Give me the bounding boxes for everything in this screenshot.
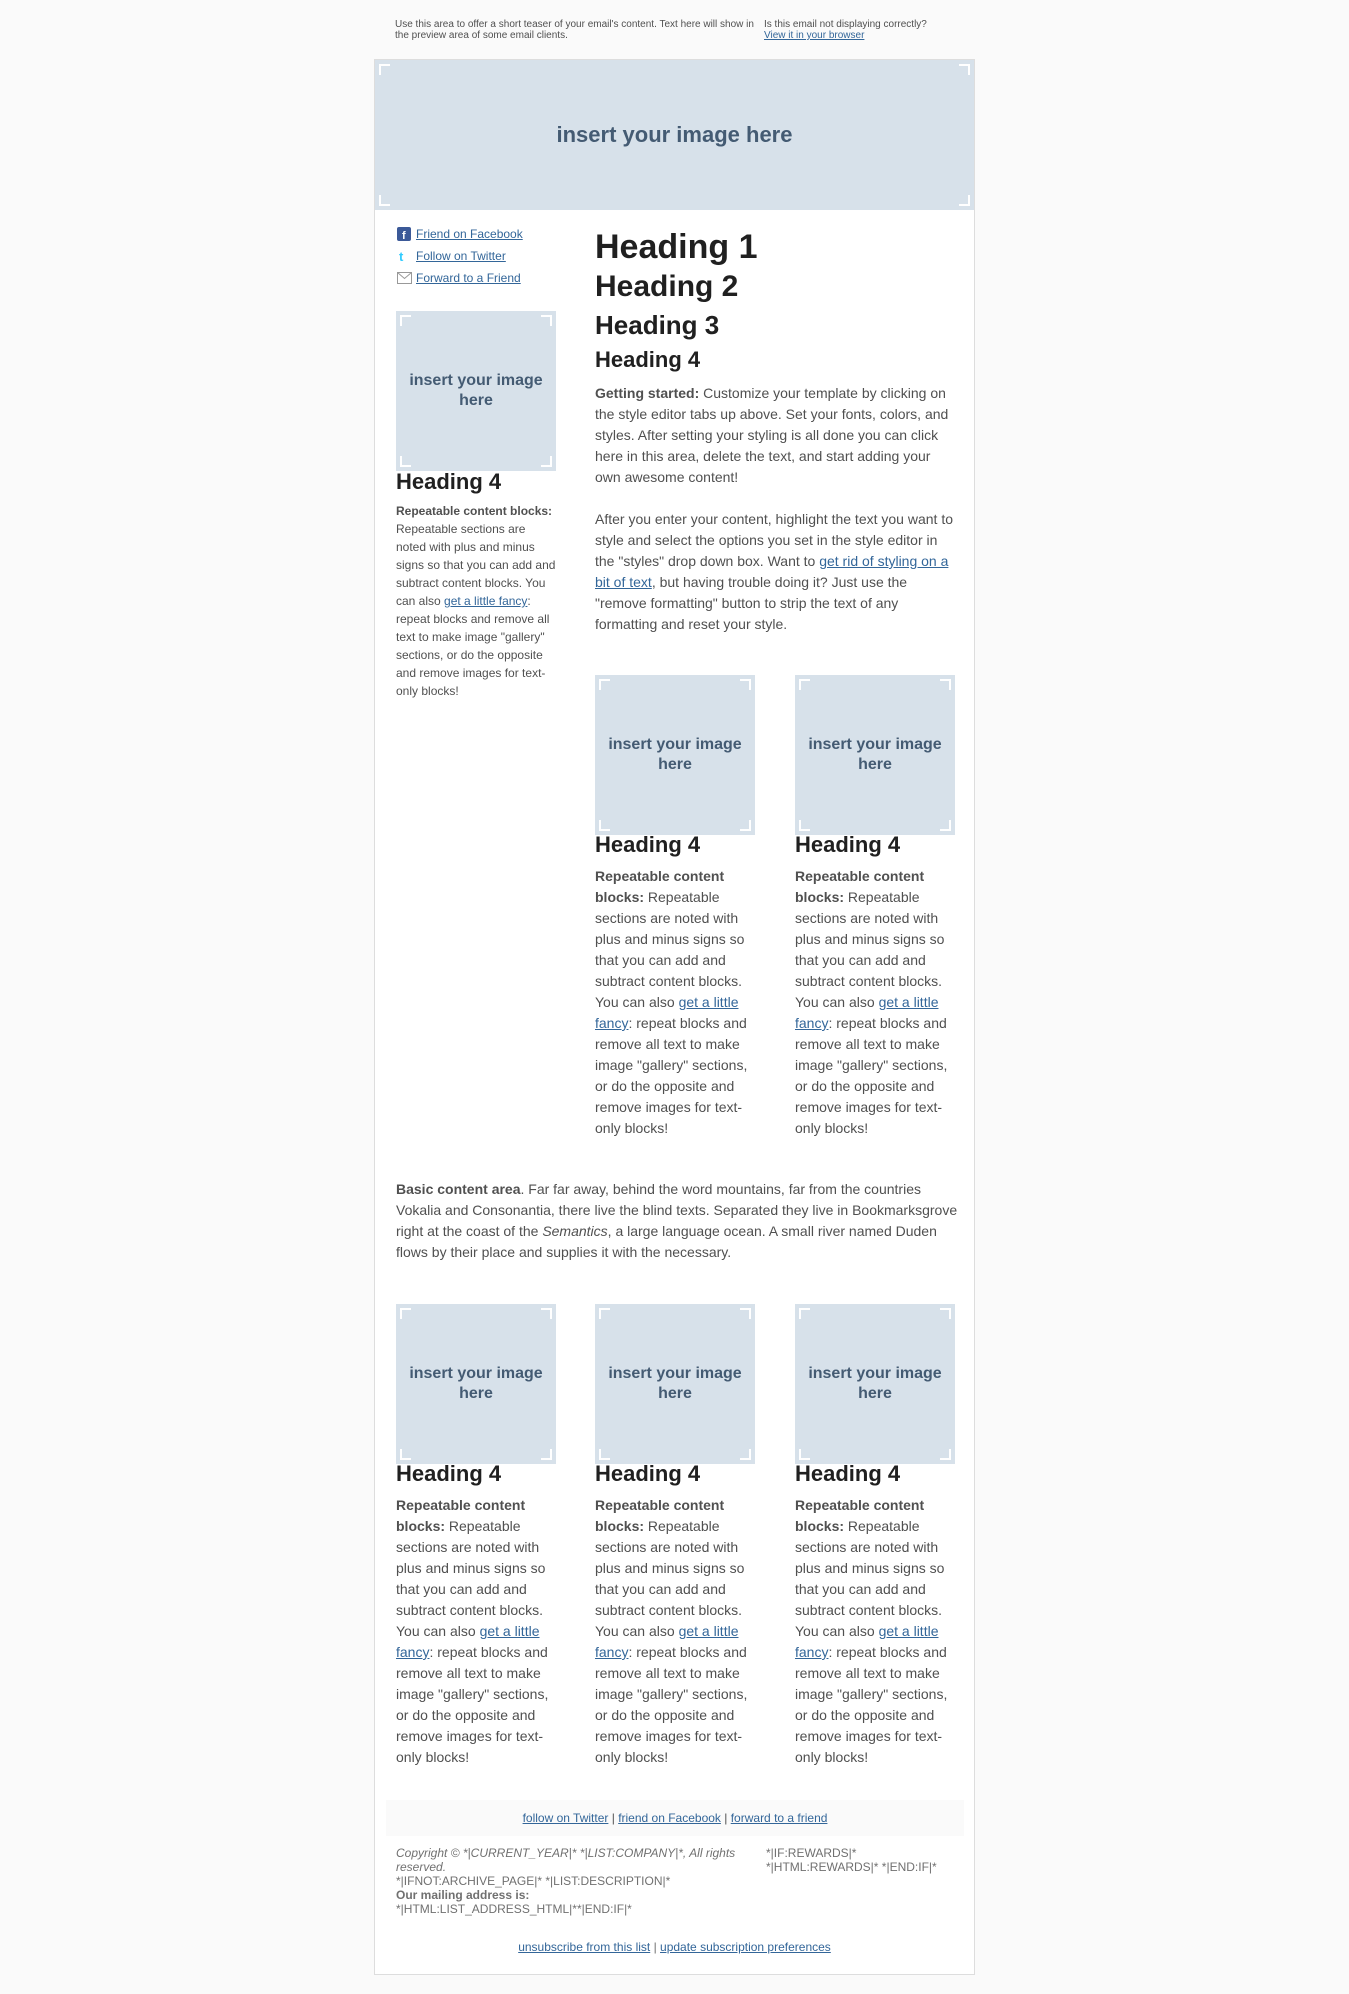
block-text-a: Repeatable sections are noted with plus … bbox=[595, 1518, 745, 1639]
block-text-b: : repeat blocks and remove all text to m… bbox=[396, 594, 550, 698]
footer-info: Copyright © *|CURRENT_YEAR|* *|LIST:COMP… bbox=[396, 1846, 756, 1916]
sidebar-block-text: Repeatable content blocks: Repeatable se… bbox=[396, 502, 556, 700]
heading-3: Heading 3 bbox=[595, 310, 720, 340]
basic-content-paragraph: Basic content area. Far far away, behind… bbox=[396, 1179, 962, 1263]
svg-text:t: t bbox=[399, 249, 404, 263]
social-links: f Friend on Facebook t Follow on Twitter… bbox=[396, 223, 523, 289]
social-forward: Forward to a Friend bbox=[396, 267, 523, 289]
column-image-text: insert your image here bbox=[808, 736, 942, 773]
block-text-b: : repeat blocks and remove all text to m… bbox=[795, 1015, 948, 1136]
column-image-placeholder: insert your image here bbox=[595, 675, 755, 835]
social-twitter: t Follow on Twitter bbox=[396, 245, 523, 267]
get-a-little-fancy-link[interactable]: get a little fancy bbox=[444, 594, 527, 608]
getting-started-label: Getting started: bbox=[595, 385, 700, 401]
forward-to-friend-link[interactable]: Forward to a Friend bbox=[416, 271, 521, 285]
social-facebook: f Friend on Facebook bbox=[396, 223, 523, 245]
not-displaying-text: Is this email not displaying correctly? bbox=[764, 19, 927, 30]
footer-friend-facebook-link[interactable]: friend on Facebook bbox=[618, 1811, 721, 1825]
heading-2: Heading 2 bbox=[595, 270, 739, 303]
basic-content-label: Basic content area bbox=[396, 1181, 521, 1197]
email-container: insert your image here f Friend on Faceb… bbox=[374, 59, 975, 1975]
column-image-placeholder: insert your image here bbox=[795, 1304, 955, 1464]
envelope-icon bbox=[396, 271, 412, 285]
follow-on-twitter-link[interactable]: Follow on Twitter bbox=[416, 249, 506, 263]
view-in-browser-link[interactable]: View it in your browser bbox=[764, 30, 864, 41]
footer-forward-friend-link[interactable]: forward to a friend bbox=[731, 1811, 828, 1825]
column-heading-4: Heading 4 bbox=[795, 1461, 901, 1486]
block-text-a: Repeatable sections are noted with plus … bbox=[396, 1518, 546, 1639]
block-text-a: Repeatable sections are noted with plus … bbox=[795, 1518, 945, 1639]
block-text-b: : repeat blocks and remove all text to m… bbox=[396, 1644, 549, 1765]
unsubscribe-link[interactable]: unsubscribe from this list bbox=[518, 1940, 650, 1954]
footer-mailing-label: Our mailing address is: bbox=[396, 1888, 530, 1902]
footer-address: *|HTML:LIST_ADDRESS_HTML|**|END:IF|* bbox=[396, 1902, 632, 1916]
column-block-text: Repeatable content blocks: Repeatable se… bbox=[396, 1495, 556, 1768]
column-image-text: insert your image here bbox=[409, 1365, 543, 1402]
facebook-icon: f bbox=[396, 227, 412, 241]
column-image-placeholder: insert your image here bbox=[396, 1304, 556, 1464]
preheader-browser-note: Is this email not displaying correctly? … bbox=[764, 19, 984, 41]
svg-text:f: f bbox=[402, 230, 406, 241]
getting-started-paragraph: Getting started: Customize your template… bbox=[595, 383, 959, 488]
footer-social-bar: follow on Twitter | friend on Facebook |… bbox=[386, 1800, 964, 1836]
block-text-a: Repeatable sections are noted with plus … bbox=[795, 889, 945, 1010]
block-text-a: Repeatable sections are noted with plus … bbox=[595, 889, 745, 1010]
basic-text-italic: Semantics bbox=[542, 1223, 608, 1239]
sidebar-heading-4: Heading 4 bbox=[396, 469, 502, 494]
sidebar-image-text: insert your image here bbox=[409, 372, 543, 409]
footer-separator: | bbox=[650, 1940, 661, 1954]
column-image-text: insert your image here bbox=[608, 736, 742, 773]
heading-4: Heading 4 bbox=[595, 347, 701, 372]
footer-copyright: Copyright © *|CURRENT_YEAR|* *|LIST:COMP… bbox=[396, 1846, 736, 1874]
footer-rewards-if: *|IF:REWARDS|* bbox=[766, 1846, 857, 1860]
block-text-b: : repeat blocks and remove all text to m… bbox=[595, 1644, 748, 1765]
header-image-text: insert your image here bbox=[556, 122, 793, 147]
footer-rewards-html: *|HTML:REWARDS|* *|END:IF|* bbox=[766, 1860, 937, 1874]
column-image-text: insert your image here bbox=[608, 1365, 742, 1402]
block-text-b: : repeat blocks and remove all text to m… bbox=[795, 1644, 948, 1765]
column-heading-4: Heading 4 bbox=[595, 832, 701, 857]
footer-separator: | bbox=[608, 1811, 619, 1825]
column-image-placeholder: insert your image here bbox=[795, 675, 955, 835]
column-heading-4: Heading 4 bbox=[795, 832, 901, 857]
friend-on-facebook-link[interactable]: Friend on Facebook bbox=[416, 227, 523, 241]
column-block-text: Repeatable content blocks: Repeatable se… bbox=[595, 1495, 755, 1768]
column-heading-4: Heading 4 bbox=[595, 1461, 701, 1486]
header-image-placeholder: insert your image here bbox=[375, 60, 974, 210]
heading-1: Heading 1 bbox=[595, 228, 758, 266]
column-heading-4: Heading 4 bbox=[396, 1461, 502, 1486]
footer-separator: | bbox=[720, 1811, 731, 1825]
footer-archive: *|IFNOT:ARCHIVE_PAGE|* *|LIST:DESCRIPTIO… bbox=[396, 1874, 671, 1888]
column-block-text: Repeatable content blocks: Repeatable se… bbox=[795, 1495, 955, 1768]
footer-unsubscribe-row: unsubscribe from this list | update subs… bbox=[375, 1940, 974, 1954]
styling-paragraph: After you enter your content, highlight … bbox=[595, 509, 959, 635]
update-preferences-link[interactable]: update subscription preferences bbox=[660, 1940, 831, 1954]
preheader-teaser: Use this area to offer a short teaser of… bbox=[395, 19, 754, 41]
block-text-b: : repeat blocks and remove all text to m… bbox=[595, 1015, 748, 1136]
footer-rewards: *|IF:REWARDS|* *|HTML:REWARDS|* *|END:IF… bbox=[766, 1846, 956, 1874]
sidebar-image-placeholder: insert your image here bbox=[396, 311, 556, 471]
footer-follow-twitter-link[interactable]: follow on Twitter bbox=[523, 1811, 609, 1825]
block-bold-label: Repeatable content blocks: bbox=[396, 504, 553, 518]
column-image-placeholder: insert your image here bbox=[595, 1304, 755, 1464]
twitter-icon: t bbox=[396, 249, 412, 263]
column-block-text: Repeatable content blocks: Repeatable se… bbox=[595, 866, 755, 1139]
column-image-text: insert your image here bbox=[808, 1365, 942, 1402]
column-block-text: Repeatable content blocks: Repeatable se… bbox=[795, 866, 955, 1139]
